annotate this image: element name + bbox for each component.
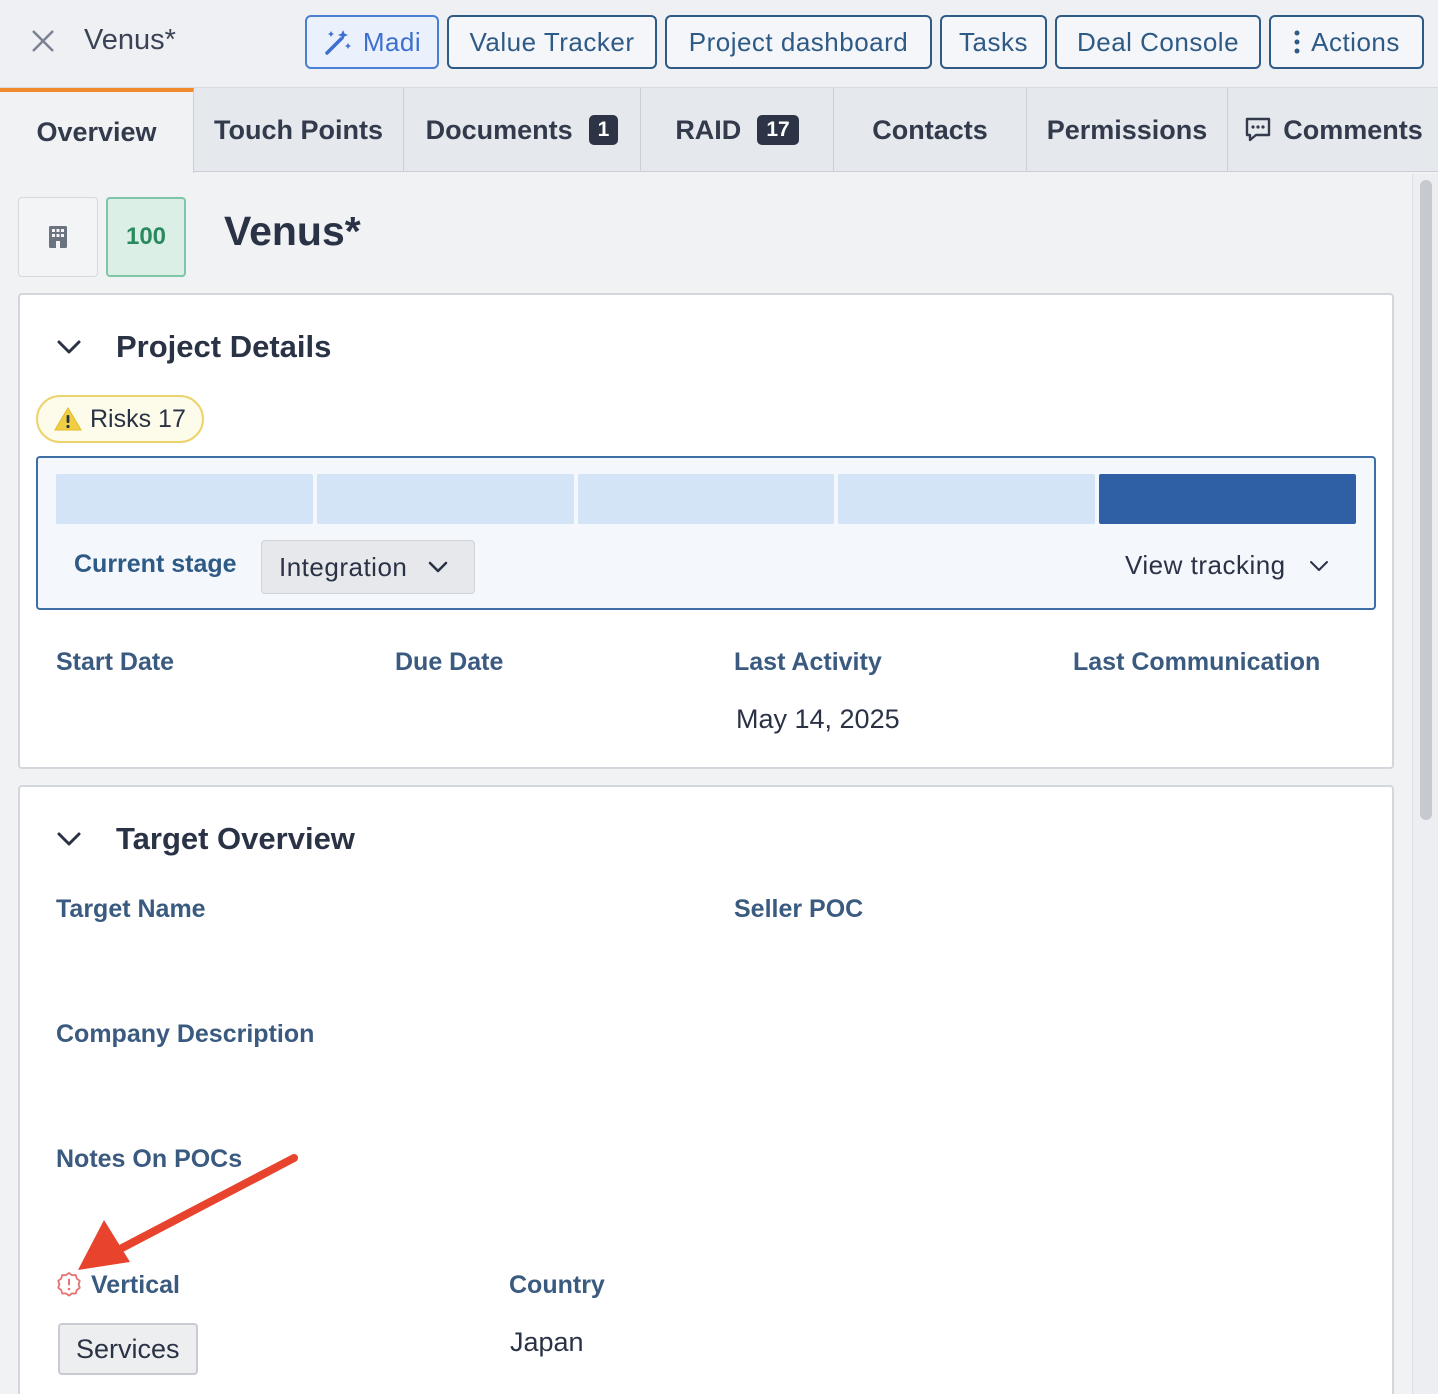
tab-permissions[interactable]: Permissions [1027, 88, 1228, 172]
comment-icon [1246, 117, 1271, 142]
tab-raid[interactable]: RAID 17 [641, 88, 834, 172]
stage-tracker: Current stage Integration View tracking [36, 456, 1376, 610]
tab-label: Contacts [872, 114, 988, 145]
value-tracker-button[interactable]: Value Tracker [447, 15, 657, 69]
view-tracking-label: View tracking [1125, 550, 1286, 580]
chevron-down-icon [429, 561, 448, 573]
stage-segment-4 [838, 474, 1095, 524]
tab-contacts[interactable]: Contacts [834, 88, 1027, 172]
section-title: Project Details [116, 329, 332, 364]
scrollbar[interactable] [1412, 174, 1438, 1394]
tab-documents[interactable]: Documents 1 [404, 88, 641, 172]
chevron-down-icon [1309, 560, 1328, 571]
tab-bar: Overview Touch Points Documents 1 RAID 1… [0, 88, 1438, 173]
tasks-label: Tasks [959, 26, 1028, 57]
vertical-label: Vertical [91, 1271, 180, 1299]
risks-badge[interactable]: Risks 17 [36, 395, 204, 443]
stage-segment-3 [578, 474, 834, 524]
tab-overview[interactable]: Overview [0, 88, 194, 173]
window-title: Venus* [84, 24, 176, 56]
notes-on-pocs-label: Notes On POCs [56, 1145, 243, 1173]
company-icon-box [18, 197, 98, 277]
target-overview-header[interactable]: Target Overview [54, 821, 355, 857]
current-stage-select[interactable]: Integration [261, 540, 475, 594]
stage-segment-1 [56, 474, 313, 524]
project-dashboard-label: Project dashboard [688, 26, 909, 57]
tab-label: Documents [425, 114, 573, 145]
more-vertical-icon [1294, 30, 1300, 54]
last-activity-value: May 14, 2025 [736, 704, 900, 734]
section-title: Target Overview [116, 821, 355, 856]
tasks-button[interactable]: Tasks [940, 15, 1047, 69]
project-dashboard-button[interactable]: Project dashboard [665, 15, 932, 69]
start-date-label: Start Date [56, 648, 175, 676]
raid-count-badge: 17 [757, 115, 799, 145]
target-name-label: Target Name [56, 895, 206, 923]
tab-touch-points[interactable]: Touch Points [194, 88, 404, 172]
current-stage-label: Current stage [74, 550, 237, 578]
deal-console-button[interactable]: Deal Console [1055, 15, 1261, 69]
risks-label: Risks 17 [90, 404, 186, 433]
warning-icon [54, 407, 82, 431]
score-value: 100 [125, 223, 167, 250]
alert-badge-icon [57, 1272, 81, 1297]
current-stage-value: Integration [279, 551, 408, 582]
top-bar: Venus* Madi Value Tracker Project dashbo… [0, 0, 1438, 88]
project-details-card: Project Details Risks 17 Current stage I… [18, 293, 1394, 769]
close-icon[interactable] [26, 24, 60, 58]
tab-label: Comments [1283, 114, 1423, 145]
tab-comments[interactable]: Comments [1228, 88, 1438, 172]
tab-label: Overview [36, 117, 157, 147]
stage-segment-5-current [1099, 474, 1356, 524]
madi-button-label: Madi [362, 26, 422, 57]
vertical-value-chip[interactable]: Services [58, 1323, 198, 1375]
madi-button[interactable]: Madi [305, 15, 439, 69]
page-title: Venus* [224, 208, 361, 254]
tab-label: Permissions [1046, 114, 1208, 145]
company-description-label: Company Description [56, 1020, 315, 1048]
last-activity-label: Last Activity [734, 648, 882, 676]
seller-poc-label: Seller POC [734, 895, 864, 923]
vertical-value: Services [76, 1333, 180, 1364]
tab-label: Touch Points [214, 114, 383, 145]
documents-count-badge: 1 [588, 115, 619, 145]
target-overview-card: Target Overview Target Name Seller POC C… [18, 785, 1394, 1394]
actions-label: Actions [1311, 26, 1400, 57]
scrollbar-thumb[interactable] [1420, 180, 1432, 820]
country-label: Country [509, 1271, 605, 1299]
magic-wand-icon [325, 30, 351, 55]
actions-button[interactable]: Actions [1269, 15, 1424, 69]
project-details-header[interactable]: Project Details [54, 329, 331, 365]
view-tracking-toggle[interactable]: View tracking [1125, 550, 1330, 581]
score-badge: 100 [106, 197, 186, 277]
deal-console-label: Deal Console [1076, 26, 1240, 57]
building-icon [49, 226, 67, 248]
country-value: Japan [510, 1327, 584, 1357]
due-date-label: Due Date [395, 648, 504, 676]
stage-segment-2 [317, 474, 574, 524]
chevron-down-icon [57, 832, 81, 846]
chevron-down-icon [57, 340, 81, 354]
value-tracker-label: Value Tracker [469, 26, 635, 57]
tab-label: RAID [675, 114, 742, 145]
last-communication-label: Last Communication [1073, 648, 1321, 676]
